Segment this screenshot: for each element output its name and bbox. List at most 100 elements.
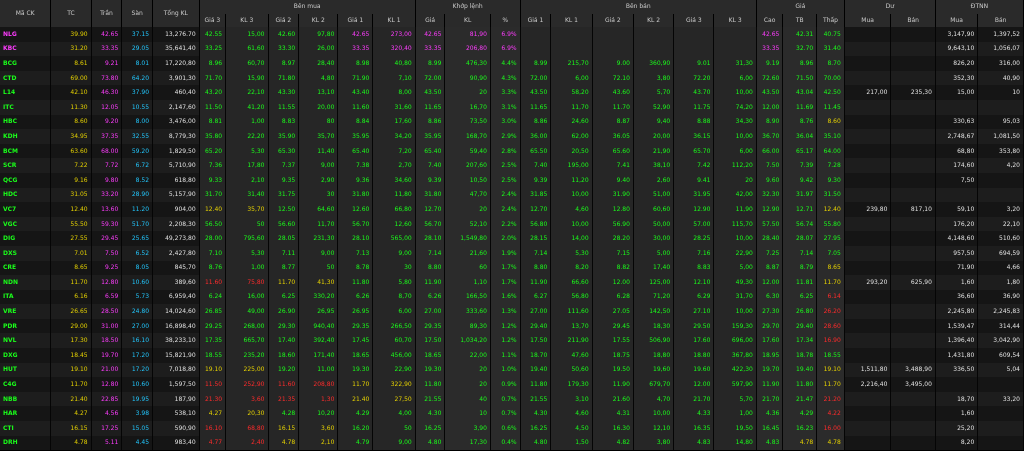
foreign-col-1[interactable]: Mua [935, 13, 979, 27]
high-price: 7.50 [756, 158, 784, 173]
table-row[interactable]: BCM 63.60 68.00 59.20 1,829,50 65.20 5,30 65.30… [0, 143, 1024, 159]
col-symbol[interactable]: Mã CK [0, 0, 52, 27]
symbol-cell[interactable]: QCG [0, 172, 52, 188]
table-row[interactable]: HDC 31.05 33.20 28.90 5,157,90 31.70 31,40 31.7… [0, 187, 1024, 203]
table-row[interactable]: CRE 8.65 9.25 8.05 845,70 8.76 1,00 8.77 50 8.78 3… [0, 260, 1024, 276]
symbol-cell[interactable]: KDH [0, 129, 52, 144]
symbol-cell[interactable]: C4G [0, 377, 52, 392]
ask-vol-1 [550, 41, 593, 57]
symbol-cell[interactable]: NLG [0, 27, 52, 42]
table-row[interactable]: DRH 4.78 5.11 4.45 983,40 4.77 2,40 4.78 2,10 4.7… [0, 435, 1024, 451]
sell-col-2[interactable]: KL 1 [550, 13, 593, 27]
table-row[interactable]: ITC 11.30 12.05 10.55 2,147,60 11.50 41,20 11.5… [0, 99, 1024, 115]
avg-price: 6.25 [782, 289, 818, 305]
match-vol: 333,60 [444, 304, 491, 319]
sell-col-3[interactable]: Giá 2 [592, 13, 634, 27]
symbol-cell[interactable]: HDC [0, 187, 52, 203]
remain-col-2[interactable]: Bán [890, 13, 936, 27]
table-row[interactable]: NDN 11.70 12.80 10.60 389,60 11.60 75,80 11.70 4… [0, 275, 1024, 290]
buy-col-3[interactable]: Giá 2 [268, 13, 300, 27]
symbol-cell[interactable]: CTI [0, 421, 52, 436]
symbol-cell[interactable]: CRE [0, 260, 52, 276]
table-row[interactable]: VC7 12.40 13.60 11.20 904,00 12.40 35,70 12.50 6… [0, 202, 1024, 217]
match-pct: 1.2% [490, 333, 521, 349]
table-row[interactable]: SCR 7.22 7.72 6.72 5,710,90 7.36 17,80 7.37 9,00… [0, 158, 1024, 173]
table-row[interactable]: DXG 18.45 19.70 17.20 15,821,90 18.55 235,20 18… [0, 348, 1024, 363]
table-row[interactable]: C4G 11.70 12.80 10.60 1,597,50 11.50 252,90 11.… [0, 377, 1024, 392]
symbol-cell[interactable]: BCM [0, 143, 52, 159]
symbol-cell[interactable]: DRH [0, 435, 52, 451]
symbol-cell[interactable]: DXS [0, 245, 52, 261]
symbol-cell[interactable]: VRE [0, 304, 52, 319]
col-ceiling[interactable]: Trần [91, 0, 123, 27]
table-row[interactable]: DXS 7.01 7.50 6.52 2,427,80 7.10 5,30 7.11 9,00 7… [0, 245, 1024, 261]
table-row[interactable]: PDR 29.00 31.00 27.00 16,898,40 29.25 268,00 29… [0, 318, 1024, 334]
ref-price: 11.30 [50, 99, 92, 115]
ask-vol-3: 10,00 [713, 231, 757, 246]
symbol-cell[interactable]: ITC [0, 99, 52, 115]
table-row[interactable]: KBC 31.20 33.35 29.05 35,641,40 33.25 61,60 33.… [0, 41, 1024, 57]
symbol-cell[interactable]: SCR [0, 158, 52, 173]
foreign-sell: 3,20 [977, 202, 1024, 217]
match-col-2[interactable]: KL [444, 13, 491, 27]
buy-col-2[interactable]: KL 3 [225, 13, 269, 27]
table-row[interactable]: NLG 39.90 42.65 37.15 13,276.70 42.55 15,00 42.… [0, 27, 1024, 42]
remain-sell [890, 172, 936, 188]
sell-col-5[interactable]: Giá 3 [673, 13, 715, 27]
match-price: 12.70 [415, 202, 446, 217]
table-row[interactable]: HAR 4.27 4.56 3.98 538,10 4.27 20,30 4.28 10,20 4… [0, 406, 1024, 422]
symbol-cell[interactable]: HUT [0, 362, 52, 378]
buy-col-1[interactable]: Giá 3 [199, 13, 227, 27]
remain-col-1[interactable]: Mua [844, 13, 892, 27]
symbol-cell[interactable]: VC7 [0, 202, 52, 217]
sell-col-1[interactable]: Giá 1 [520, 13, 552, 27]
col-floor[interactable]: Sàn [121, 0, 154, 27]
table-row[interactable]: QCG 9.16 9.80 8.52 618,80 9.33 2,10 9.35 2,90 9.3… [0, 172, 1024, 188]
price-col-1[interactable]: Cao [756, 13, 784, 27]
foreign-col-2[interactable]: Bán [977, 13, 1024, 27]
table-row[interactable]: NVL 17.30 18.50 16.10 38,233,10 17.35 665,70 17… [0, 333, 1024, 349]
table-row[interactable]: L14 42.10 46.30 37.90 460,40 43.20 22,10 43.30 1… [0, 85, 1024, 100]
price-col-2[interactable]: TB [782, 13, 818, 27]
symbol-cell[interactable]: KBC [0, 41, 52, 57]
symbol-cell[interactable]: L14 [0, 85, 52, 100]
table-row[interactable]: NBB 21.40 22.85 19.95 187,90 21.30 3,60 21.35 1,… [0, 391, 1024, 407]
buy-col-4[interactable]: KL 2 [298, 13, 339, 27]
symbol-cell[interactable]: NDN [0, 275, 52, 290]
col-total-volume[interactable]: Tổng KL [152, 0, 200, 27]
buy-col-5[interactable]: Giá 1 [337, 13, 374, 27]
table-row[interactable]: BCG 8.61 9.21 8.01 17,220,80 8.96 60,70 8.97 28,… [0, 56, 1024, 71]
table-row[interactable]: CTD 69.00 73.80 64.20 3,901,30 71.70 15,90 71.8… [0, 70, 1024, 86]
symbol-cell[interactable]: DXG [0, 348, 52, 363]
table-row[interactable]: KDH 34.95 37.35 32.55 8,779,30 35.80 22,20 35.9… [0, 129, 1024, 144]
symbol-cell[interactable]: NVL [0, 333, 52, 349]
match-col-1[interactable]: Giá [415, 13, 446, 27]
ceiling-price: 31.00 [91, 318, 123, 334]
foreign-sell: 95,03 [977, 114, 1024, 130]
table-row[interactable]: VRE 26.65 28.50 24.80 14,024,60 26.85 49,00 26.… [0, 304, 1024, 319]
table-row[interactable]: HBC 8.60 9.20 8.00 3,476,00 8.81 1,00 8.83 80 8.8… [0, 114, 1024, 130]
match-col-3[interactable]: % [490, 13, 521, 27]
sell-col-6[interactable]: KL 3 [713, 13, 757, 27]
high-price: 4.36 [756, 406, 784, 422]
symbol-cell[interactable]: NBB [0, 391, 52, 407]
symbol-cell[interactable]: HBC [0, 114, 52, 130]
table-row[interactable]: ITA 6.16 6.59 5.73 6,959,40 6.24 16,00 6.25 330,… [0, 289, 1024, 305]
symbol-cell[interactable]: VGC [0, 216, 52, 232]
symbol-cell[interactable]: PDR [0, 318, 52, 334]
table-row[interactable]: CTI 16.15 17.25 15.05 590,90 16.10 68,80 16.15 3… [0, 421, 1024, 436]
symbol-cell[interactable]: BCG [0, 56, 52, 71]
symbol-cell[interactable]: CTD [0, 70, 52, 86]
symbol-cell[interactable]: HAR [0, 406, 52, 422]
ask-vol-2: 17,40 [633, 260, 675, 276]
buy-col-6[interactable]: KL 1 [372, 13, 416, 27]
symbol-cell[interactable]: ITA [0, 289, 52, 305]
price-col-3[interactable]: Thấp [816, 13, 845, 27]
table-row[interactable]: DIG 27.55 29.45 25.65 49,273,80 28.00 795,60 28… [0, 231, 1024, 246]
table-row[interactable]: VGC 55.50 59.30 51.70 2,208,30 56.50 50 56.60 11… [0, 216, 1024, 232]
sell-col-4[interactable]: KL 2 [633, 13, 675, 27]
foreign-buy: 9,643,10 [935, 41, 979, 57]
col-reference[interactable]: TC [50, 0, 92, 27]
table-row[interactable]: HUT 19.10 21.00 17.20 7,018,80 19.10 225,00 19.… [0, 362, 1024, 378]
symbol-cell[interactable]: DIG [0, 231, 52, 246]
